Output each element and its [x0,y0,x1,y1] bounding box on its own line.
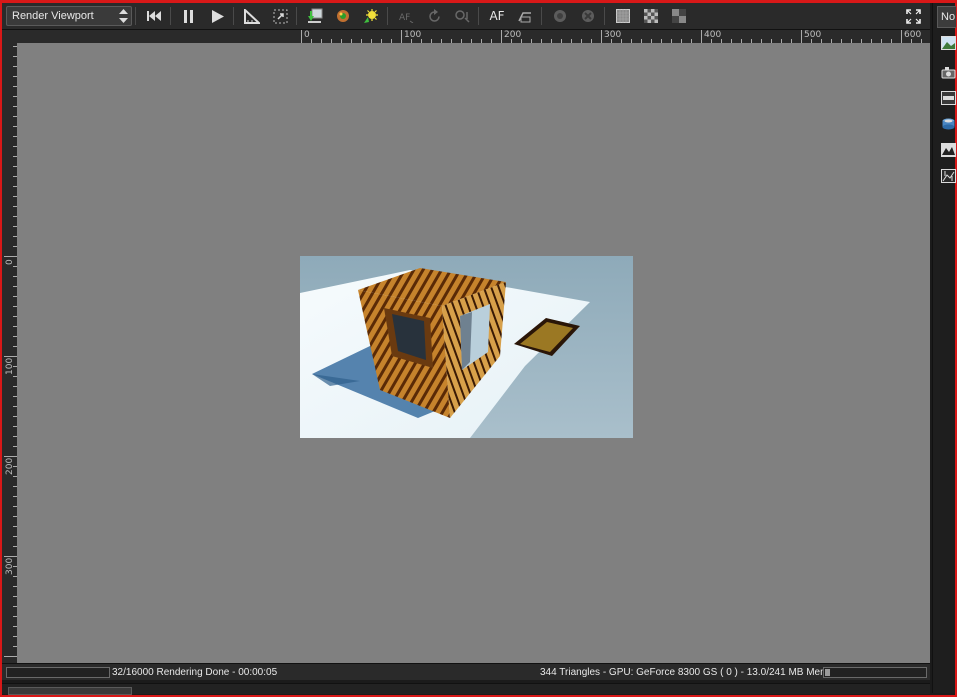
render-viewport[interactable] [17,43,930,663]
film-settings-icon[interactable] [941,91,956,105]
side-panel-tab-label: No [941,11,956,23]
ruler-label-400: 400 [704,30,722,40]
ruler-label-v300: 300 [5,557,15,575]
memory-usage-fill [825,669,830,676]
ruler-label-v0: 0 [5,259,15,265]
select-arrows-icon [119,9,128,23]
kernel-settings-icon[interactable] [941,117,956,131]
ruler-tool-button[interactable] [239,5,265,27]
restart-button[interactable] [141,5,167,27]
bottom-panel-select[interactable] [8,687,132,695]
rotate-pick-button[interactable] [421,5,447,27]
play-button[interactable] [204,5,230,27]
checker-1-button[interactable] [610,5,636,27]
af-pick-icon: AF [399,13,414,23]
clay-render-icon [554,10,566,22]
clay-render-button[interactable] [547,5,573,27]
toolbar-separator [478,7,479,25]
side-panel: No [932,3,956,693]
ruler-tool-icon [244,8,260,24]
fullscreen-icon [905,8,921,24]
checker-2-button[interactable] [638,5,664,27]
autofocus-label: AF [489,9,505,23]
memory-usage-bar [823,667,927,678]
region-render-icon [582,10,594,22]
checker-3-icon [672,9,686,23]
save-image-icon [308,8,323,23]
ruler-label-500: 500 [804,30,822,40]
imager-settings-icon[interactable] [941,169,956,183]
image-settings-icon[interactable] [941,36,956,50]
light-pick-button[interactable] [358,5,384,27]
toolbar-separator [387,7,388,25]
af-pick-button[interactable]: AF [393,5,419,27]
material-pick-button[interactable] [330,5,356,27]
render-progress-bar [6,667,110,678]
toolbar-separator [233,7,234,25]
render-status-text: 32/16000 Rendering Done - 00:00:05 [112,667,278,678]
gpu-info-text: 344 Triangles - GPU: GeForce 8300 GS ( 0… [540,667,855,678]
fit-region-button[interactable] [267,5,293,27]
rotate-pick-icon [428,8,440,22]
toolbar-separator [604,7,605,25]
toolbar-separator [170,7,171,25]
checker-3-button[interactable] [666,5,692,27]
camera-settings-icon[interactable] [941,65,956,79]
vertical-ruler: 0 100 200 300 [2,43,17,663]
ruler-label-v200: 200 [5,457,15,475]
camera-pick-button[interactable] [512,5,538,27]
view-mode-select[interactable]: Render Viewport [6,6,132,26]
bottom-panel-strip [2,683,930,695]
play-icon [211,9,224,23]
ruler-label-v100: 100 [5,357,15,375]
render-toolbar: Render Viewport AF AF [2,3,930,30]
fit-region-icon [273,9,287,23]
environment-settings-icon[interactable] [941,143,956,157]
pause-button[interactable] [176,5,202,27]
fullscreen-button[interactable] [900,5,926,27]
svg-text:AF: AF [399,13,410,23]
ruler-label-0: 0 [304,30,310,40]
save-image-button[interactable] [302,5,328,27]
ruler-label-200: 200 [504,30,522,40]
light-pick-icon [364,9,378,23]
status-bar: 32/16000 Rendering Done - 00:00:05 344 T… [2,663,930,680]
toolbar-separator [296,7,297,25]
ruler-label-100: 100 [404,30,422,40]
ruler-corner [2,30,300,43]
material-pick-icon [337,10,349,22]
focus-pick-icon [455,9,470,23]
view-mode-value: Render Viewport [12,10,94,22]
side-panel-tab[interactable]: No [937,6,956,28]
checker-1-icon [616,9,630,23]
toolbar-separator [135,7,136,25]
rendered-image [300,256,633,438]
checker-2-icon [644,9,658,23]
autofocus-button[interactable]: AF [484,5,510,27]
focus-pick-button[interactable] [449,5,475,27]
ruler-label-600: 600 [904,30,922,40]
pause-icon [184,9,193,23]
restart-icon [147,11,161,21]
camera-pick-icon [518,12,531,23]
horizontal-ruler: 0 100 200 300 400 500 600 [300,30,930,43]
region-render-button[interactable] [575,5,601,27]
toolbar-separator [541,7,542,25]
ruler-label-300: 300 [604,30,622,40]
